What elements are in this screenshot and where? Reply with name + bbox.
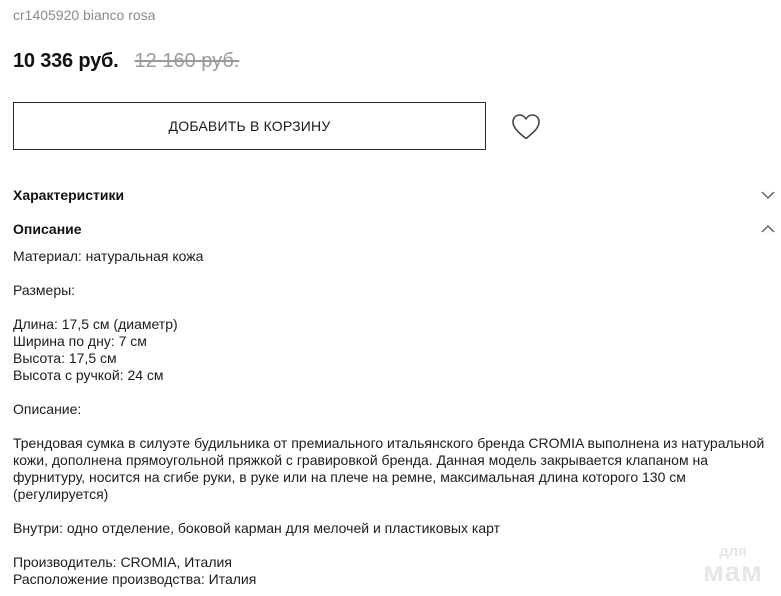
accordion-characteristics-title: Характеристики	[13, 187, 125, 203]
favorite-button[interactable]	[511, 113, 541, 141]
inside-line: Внутри: одно отделение, боковой карман д…	[13, 520, 500, 536]
accordion-characteristics[interactable]: Характеристики	[13, 184, 775, 206]
height-handle-line: Высота с ручкой: 24 см	[13, 367, 164, 383]
height-line: Высота: 17,5 см	[13, 350, 117, 366]
accordion-description-title: Описание	[13, 221, 82, 237]
description-text: Трендовая сумка в силуэте будильника от …	[13, 435, 765, 502]
current-price: 10 336 руб.	[13, 50, 119, 72]
description-label: Описание:	[13, 401, 82, 417]
production-location-line: Расположение производства: Италия	[13, 571, 257, 587]
manufacturer-line: Производитель: CROMIA, Италия	[13, 554, 232, 570]
product-sku: cr1405920 bianco rosa	[13, 7, 156, 23]
watermark-logo: для мам	[693, 544, 773, 587]
width-line: Ширина по дну: 7 см	[13, 333, 147, 349]
description-content: Материал: натуральная кожа Размеры: Длин…	[13, 248, 775, 588]
material-line: Материал: натуральная кожа	[13, 248, 204, 264]
old-price: 12 160 руб.	[134, 50, 240, 72]
accordion-description[interactable]: Описание	[13, 218, 775, 240]
chevron-down-icon	[761, 191, 775, 199]
add-to-cart-button[interactable]: ДОБАВИТЬ В КОРЗИНУ	[13, 102, 486, 150]
price-row: 10 336 руб. 12 160 руб.	[13, 50, 239, 73]
length-line: Длина: 17,5 см (диаметр)	[13, 316, 178, 332]
heart-icon	[512, 114, 540, 140]
watermark-line2: мам	[703, 556, 763, 587]
sizes-label: Размеры:	[13, 282, 76, 298]
chevron-up-icon	[761, 225, 775, 233]
